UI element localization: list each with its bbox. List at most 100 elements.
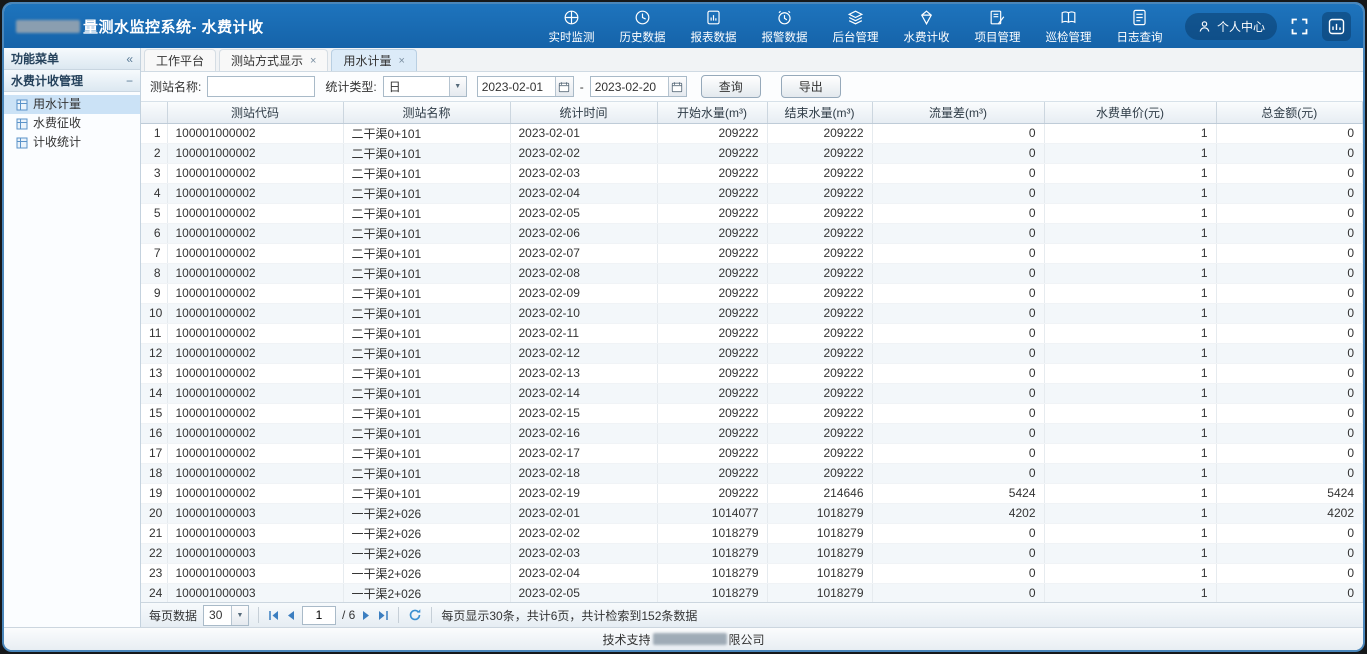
- table-row[interactable]: 15100001000002二干渠0+1012023-02-1520922220…: [141, 403, 1363, 423]
- export-button[interactable]: 导出: [781, 75, 841, 98]
- page-size-value: 30: [204, 608, 231, 622]
- fullscreen-button[interactable]: [1289, 16, 1310, 37]
- table-row[interactable]: 6100001000002二干渠0+1012023-02-06209222209…: [141, 223, 1363, 243]
- table-row[interactable]: 21100001000003一干渠2+0262023-02-0210182791…: [141, 523, 1363, 543]
- nav-item-log[interactable]: 日志查询: [1104, 6, 1175, 47]
- table-row[interactable]: 24100001000003一干渠2+0262023-02-0510182791…: [141, 583, 1363, 602]
- table-row[interactable]: 19100001000002二干渠0+1012023-02-1920922221…: [141, 483, 1363, 503]
- table-row[interactable]: 11100001000002二干渠0+1012023-02-1120922220…: [141, 323, 1363, 343]
- col-header[interactable]: 测站名称: [343, 102, 510, 123]
- prev-page-button[interactable]: [285, 610, 296, 621]
- table-row[interactable]: 22100001000003一干渠2+0262023-02-0310182791…: [141, 543, 1363, 563]
- user-center-button[interactable]: 个人中心: [1185, 13, 1277, 40]
- table-row[interactable]: 12100001000002二干渠0+1012023-02-1220922220…: [141, 343, 1363, 363]
- station-name-label: 测站名称:: [150, 78, 201, 95]
- col-header[interactable]: 结束水量(m³): [767, 102, 872, 123]
- sidebar-item-fee-collection[interactable]: 水费征收: [4, 114, 140, 133]
- table-row[interactable]: 16100001000002二干渠0+1012023-02-1620922220…: [141, 423, 1363, 443]
- first-page-button[interactable]: [268, 610, 279, 621]
- table-row[interactable]: 2100001000002二干渠0+1012023-02-02209222209…: [141, 143, 1363, 163]
- cell: 二干渠0+101: [343, 423, 510, 443]
- date-from-input[interactable]: [478, 80, 555, 94]
- row-index: 4: [141, 183, 167, 203]
- col-header[interactable]: 统计时间: [510, 102, 657, 123]
- chevron-down-icon[interactable]: ▼: [449, 77, 466, 96]
- page-number-input[interactable]: [302, 606, 336, 625]
- table-row[interactable]: 7100001000002二干渠0+1012023-02-07209222209…: [141, 243, 1363, 263]
- nav-item-alarm[interactable]: 报警数据: [749, 6, 820, 47]
- tab-work-platform[interactable]: 工作平台: [144, 49, 216, 71]
- table-row[interactable]: 1100001000002二干渠0+1012023-02-01209222209…: [141, 123, 1363, 143]
- cell: 100001000003: [167, 583, 343, 602]
- refresh-icon: [408, 608, 422, 622]
- minimize-section-icon[interactable]: −: [126, 74, 133, 88]
- nav-item-report[interactable]: 报表数据: [678, 6, 749, 47]
- tab-station-display[interactable]: 测站方式显示 ×: [219, 49, 328, 71]
- cell: 4202: [1216, 503, 1363, 523]
- query-button[interactable]: 查询: [701, 75, 761, 98]
- sidebar-section-header[interactable]: 水费计收管理 −: [4, 70, 140, 92]
- grid-body: 1100001000002二干渠0+1012023-02-01209222209…: [141, 123, 1363, 602]
- next-page-button[interactable]: [361, 610, 372, 621]
- cell: 二干渠0+101: [343, 383, 510, 403]
- cell: 二干渠0+101: [343, 343, 510, 363]
- cell: 0: [1216, 223, 1363, 243]
- col-header[interactable]: 开始水量(m³): [657, 102, 767, 123]
- cell: 0: [872, 523, 1044, 543]
- nav-item-waterfee[interactable]: 水费计收: [891, 6, 962, 47]
- sidebar-item-statistics[interactable]: 计收统计: [4, 133, 140, 152]
- cell: 209222: [767, 363, 872, 383]
- page-size-select[interactable]: 30 ▼: [203, 605, 249, 626]
- close-icon[interactable]: ×: [310, 56, 316, 66]
- col-header[interactable]: 测站代码: [167, 102, 343, 123]
- cell: 2023-02-08: [510, 263, 657, 283]
- tab-water-metering[interactable]: 用水计量 ×: [331, 49, 416, 71]
- cell: 100001000002: [167, 183, 343, 203]
- pagination-bar: 每页数据 30 ▼ / 6: [141, 602, 1363, 627]
- table-row[interactable]: 20100001000003一干渠2+0262023-02-0110140771…: [141, 503, 1363, 523]
- collapse-sidebar-icon[interactable]: «: [126, 52, 133, 66]
- close-icon[interactable]: ×: [398, 56, 404, 66]
- history-data-icon: [633, 8, 652, 27]
- chart-button[interactable]: [1322, 12, 1351, 41]
- table-row[interactable]: 14100001000002二干渠0+1012023-02-1420922220…: [141, 383, 1363, 403]
- table-row[interactable]: 17100001000002二干渠0+1012023-02-1720922220…: [141, 443, 1363, 463]
- cell: 209222: [657, 143, 767, 163]
- nav-item-backend[interactable]: 后台管理: [820, 6, 891, 47]
- table-row[interactable]: 4100001000002二干渠0+1012023-02-04209222209…: [141, 183, 1363, 203]
- cell: 0: [872, 323, 1044, 343]
- nav-item-realtime[interactable]: 实时监测: [536, 6, 607, 47]
- table-row[interactable]: 3100001000002二干渠0+1012023-02-03209222209…: [141, 163, 1363, 183]
- calendar-icon[interactable]: [668, 77, 686, 96]
- cell: 100001000003: [167, 563, 343, 583]
- col-header[interactable]: 总金额(元): [1216, 102, 1363, 123]
- cell: 100001000002: [167, 443, 343, 463]
- date-to-input[interactable]: [591, 80, 668, 94]
- sidebar-item-water-metering[interactable]: 用水计量: [4, 95, 140, 114]
- station-name-input[interactable]: [207, 76, 315, 97]
- cell: 100001000002: [167, 323, 343, 343]
- table-row[interactable]: 9100001000002二干渠0+1012023-02-09209222209…: [141, 283, 1363, 303]
- cell: 209222: [657, 203, 767, 223]
- grid-icon: [16, 137, 28, 149]
- chevron-down-icon[interactable]: ▼: [231, 606, 248, 625]
- col-header[interactable]: 流量差(m³): [872, 102, 1044, 123]
- cell: 2023-02-01: [510, 503, 657, 523]
- cell: 209222: [657, 283, 767, 303]
- table-row[interactable]: 8100001000002二干渠0+1012023-02-08209222209…: [141, 263, 1363, 283]
- table-row[interactable]: 18100001000002二干渠0+1012023-02-1820922220…: [141, 463, 1363, 483]
- nav-item-inspection[interactable]: 巡检管理: [1033, 6, 1104, 47]
- last-page-button[interactable]: [378, 610, 389, 621]
- nav-item-history[interactable]: 历史数据: [607, 6, 678, 47]
- table-row[interactable]: 23100001000003一干渠2+0262023-02-0410182791…: [141, 563, 1363, 583]
- table-row[interactable]: 13100001000002二干渠0+1012023-02-1320922220…: [141, 363, 1363, 383]
- row-index: 24: [141, 583, 167, 602]
- col-header[interactable]: 水费单价(元): [1044, 102, 1216, 123]
- stat-type-select[interactable]: 日 ▼: [383, 76, 467, 97]
- table-row[interactable]: 10100001000002二干渠0+1012023-02-1020922220…: [141, 303, 1363, 323]
- table-row[interactable]: 5100001000002二干渠0+1012023-02-05209222209…: [141, 203, 1363, 223]
- nav-item-project[interactable]: 项目管理: [962, 6, 1033, 47]
- calendar-icon[interactable]: [555, 77, 573, 96]
- refresh-button[interactable]: [408, 608, 422, 622]
- row-index: 16: [141, 423, 167, 443]
